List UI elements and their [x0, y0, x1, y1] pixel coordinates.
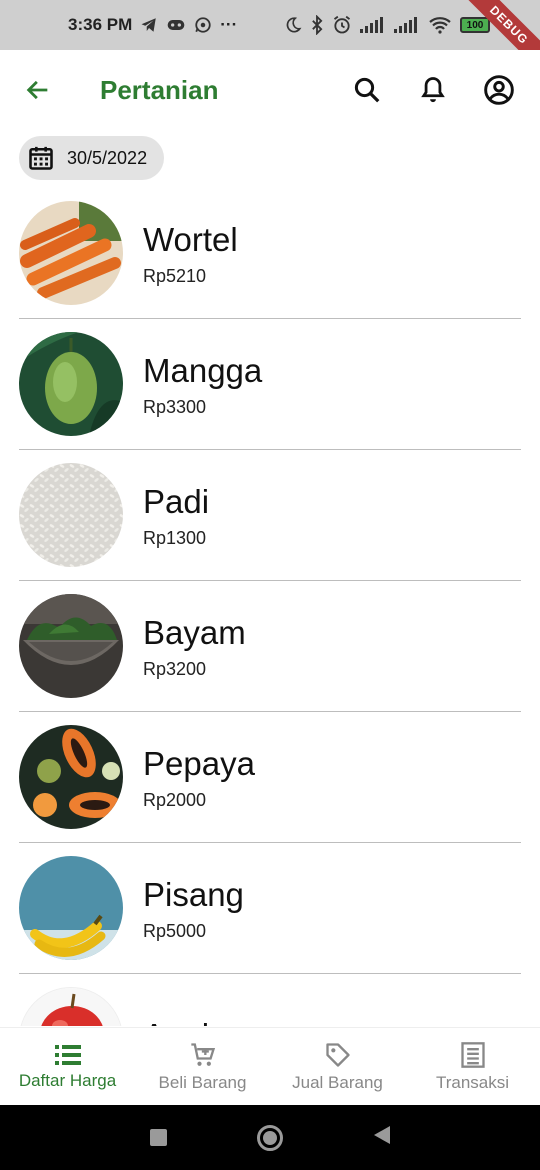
item-price: Rp1300: [143, 527, 207, 548]
spinach-image: [19, 594, 123, 698]
telegram-icon: [141, 18, 156, 32]
date-text: 30/5/2022: [67, 147, 148, 168]
item-name: Pepaya: [143, 744, 255, 782]
product-list[interactable]: Wortel Rp5210 Mangga Rp3300 Padi Rp1300 …: [19, 188, 521, 1026]
whatsapp-icon: [195, 17, 211, 33]
item-price: Rp3200: [143, 658, 207, 679]
apple-image: [19, 987, 123, 1026]
more-notifications: ···: [220, 15, 238, 34]
wifi-icon: [429, 17, 451, 34]
nav-label: Daftar Harga: [18, 1070, 117, 1090]
bluetooth-icon: [312, 15, 323, 35]
game-icon: [167, 20, 185, 30]
status-time: 3:36 PM: [68, 15, 133, 34]
date-chip[interactable]: 30/5/2022: [19, 136, 165, 180]
search-button[interactable]: [334, 62, 400, 118]
list-item-pepaya[interactable]: Pepaya Rp2000: [19, 712, 521, 843]
battery-icon: 100: [460, 17, 490, 33]
list-icon: [54, 1044, 81, 1065]
arrow-back-icon: [26, 80, 48, 100]
item-price: Rp5210: [143, 265, 207, 286]
home-button[interactable]: [256, 1124, 283, 1151]
banana-image: [19, 856, 123, 960]
carrot-image: [19, 201, 123, 305]
list-item-pisang[interactable]: Pisang Rp5000: [19, 843, 521, 974]
bell-icon: [421, 77, 445, 103]
notifications-button[interactable]: [400, 62, 466, 118]
alarm-icon: [333, 15, 351, 34]
list-item-mangga[interactable]: Mangga Rp3300: [19, 319, 521, 450]
nav-beli-barang[interactable]: Beli Barang: [135, 1028, 270, 1105]
item-price: Rp5000: [143, 920, 207, 941]
item-price: Rp3300: [143, 396, 207, 417]
item-price: Rp2000: [143, 789, 207, 810]
mango-image: [19, 332, 123, 436]
papaya-image: [19, 725, 123, 829]
system-navigation-bar: [0, 1105, 540, 1170]
rice-image: [19, 463, 123, 567]
list-item-wortel[interactable]: Wortel Rp5210: [19, 188, 521, 319]
calendar-icon: [29, 146, 53, 170]
list-item-padi[interactable]: Padi Rp1300: [19, 450, 521, 581]
back-button[interactable]: [10, 62, 66, 118]
item-name: Mangga: [143, 351, 263, 389]
moon-icon: [286, 17, 302, 33]
tag-icon: [325, 1042, 350, 1067]
nav-label: Beli Barang: [158, 1072, 247, 1092]
status-bar: 3:36 PM ··· 100 DEBUG: [0, 0, 540, 79]
receipt-icon: [460, 1041, 485, 1068]
recents-button[interactable]: [149, 1129, 167, 1146]
nav-label: Jual Barang: [292, 1072, 383, 1092]
bottom-navigation: Daftar Harga Beli Barang Jual Barang Tra…: [0, 1027, 540, 1105]
nav-label: Transaksi: [435, 1072, 510, 1092]
item-name: Padi: [143, 482, 210, 520]
app-bar: Pertanian: [0, 50, 540, 130]
item-name: Wortel: [143, 220, 238, 258]
notification-icons: ···: [140, 15, 237, 35]
app-bar-actions: [334, 62, 532, 118]
nav-daftar-harga[interactable]: Daftar Harga: [0, 1028, 135, 1105]
list-item-apel[interactable]: Apel: [19, 974, 521, 1026]
nav-transaksi[interactable]: Transaksi: [405, 1028, 540, 1105]
signal-icon: [360, 17, 383, 33]
page-title: Pertanian: [100, 74, 219, 105]
account-circle-icon: [484, 75, 514, 105]
cart-icon: [190, 1042, 215, 1066]
signal-icon-2: [394, 17, 417, 33]
system-icons: 100: [284, 15, 490, 35]
item-name: Bayam: [143, 613, 246, 651]
item-name: Apel: [143, 1016, 209, 1026]
list-item-bayam[interactable]: Bayam Rp3200: [19, 581, 521, 712]
item-name: Pisang: [143, 875, 244, 913]
search-icon: [354, 77, 380, 103]
back-nav-button[interactable]: [373, 1125, 391, 1150]
nav-jual-barang[interactable]: Jual Barang: [270, 1028, 405, 1105]
profile-button[interactable]: [466, 62, 532, 118]
triangle-back-icon: [373, 1126, 390, 1144]
